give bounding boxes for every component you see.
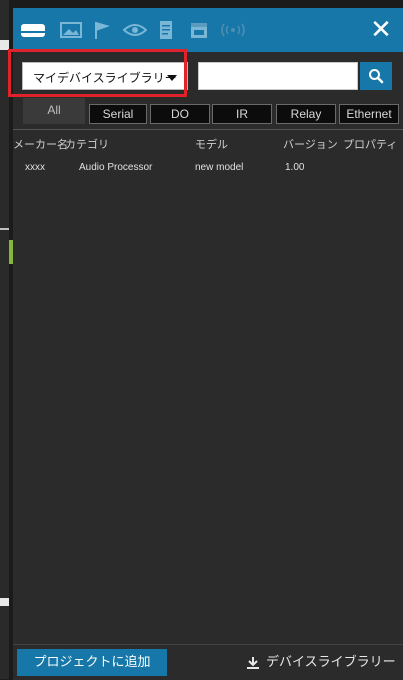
table-row[interactable]: xxxx Audio Processor new model 1.00 <box>13 162 403 180</box>
library-dropdown-label: マイデバイスライブラリー <box>33 71 177 85</box>
image-icon[interactable] <box>57 16 85 44</box>
search-input[interactable] <box>198 62 358 90</box>
download-icon <box>247 656 259 669</box>
tab-ir[interactable]: IR <box>212 104 272 124</box>
device-icon[interactable] <box>19 16 47 44</box>
search-button[interactable] <box>360 62 392 90</box>
broadcast-icon[interactable] <box>219 16 247 44</box>
document-icon[interactable] <box>153 16 181 44</box>
search-icon <box>369 69 384 84</box>
cell-model: new model <box>195 162 244 173</box>
library-dropdown[interactable]: マイデバイスライブラリー <box>22 62 188 90</box>
column-header-maker[interactable]: メーカー名 <box>13 136 68 152</box>
edge-band <box>0 40 9 50</box>
filter-tabs: All Serial DO IR Relay Ethernet <box>13 98 403 127</box>
window-edge <box>0 0 9 679</box>
cell-category: Audio Processor <box>79 162 153 173</box>
table-header: メーカー名 カテゴリ モデル バージョン プロパティ <box>13 129 403 156</box>
chevron-down-icon <box>167 75 177 81</box>
cell-maker: xxxx <box>25 162 45 173</box>
close-icon[interactable]: ✕ <box>365 12 397 48</box>
device-library-panel: ✕ マイデバイスライブラリー All Serial DO IR Relay Et… <box>13 8 403 680</box>
toolbar: ✕ <box>13 8 403 52</box>
eye-icon[interactable] <box>121 16 149 44</box>
search-row: マイデバイスライブラリー <box>13 52 403 104</box>
edge-band <box>0 228 9 230</box>
add-to-project-button[interactable]: プロジェクトに追加 <box>17 649 167 676</box>
tab-all[interactable]: All <box>23 98 85 124</box>
column-header-model[interactable]: モデル <box>195 136 228 152</box>
calendar-icon[interactable] <box>185 16 213 44</box>
tab-ethernet[interactable]: Ethernet <box>339 104 399 124</box>
device-library-button[interactable]: デバイスライブラリー <box>246 649 396 676</box>
footer-bar: プロジェクトに追加 デバイスライブラリー <box>13 644 403 680</box>
tab-relay[interactable]: Relay <box>276 104 336 124</box>
column-header-property[interactable]: プロパティ <box>343 136 397 152</box>
device-library-label: デバイスライブラリー <box>266 655 396 670</box>
edge-band <box>0 598 9 606</box>
column-header-version[interactable]: バージョン <box>283 136 338 152</box>
tab-serial[interactable]: Serial <box>89 104 147 124</box>
flag-icon[interactable] <box>89 16 117 44</box>
device-table: xxxx Audio Processor new model 1.00 <box>13 156 403 644</box>
column-header-category[interactable]: カテゴリ <box>65 136 109 152</box>
cell-version: 1.00 <box>285 162 305 173</box>
tab-do[interactable]: DO <box>150 104 210 124</box>
